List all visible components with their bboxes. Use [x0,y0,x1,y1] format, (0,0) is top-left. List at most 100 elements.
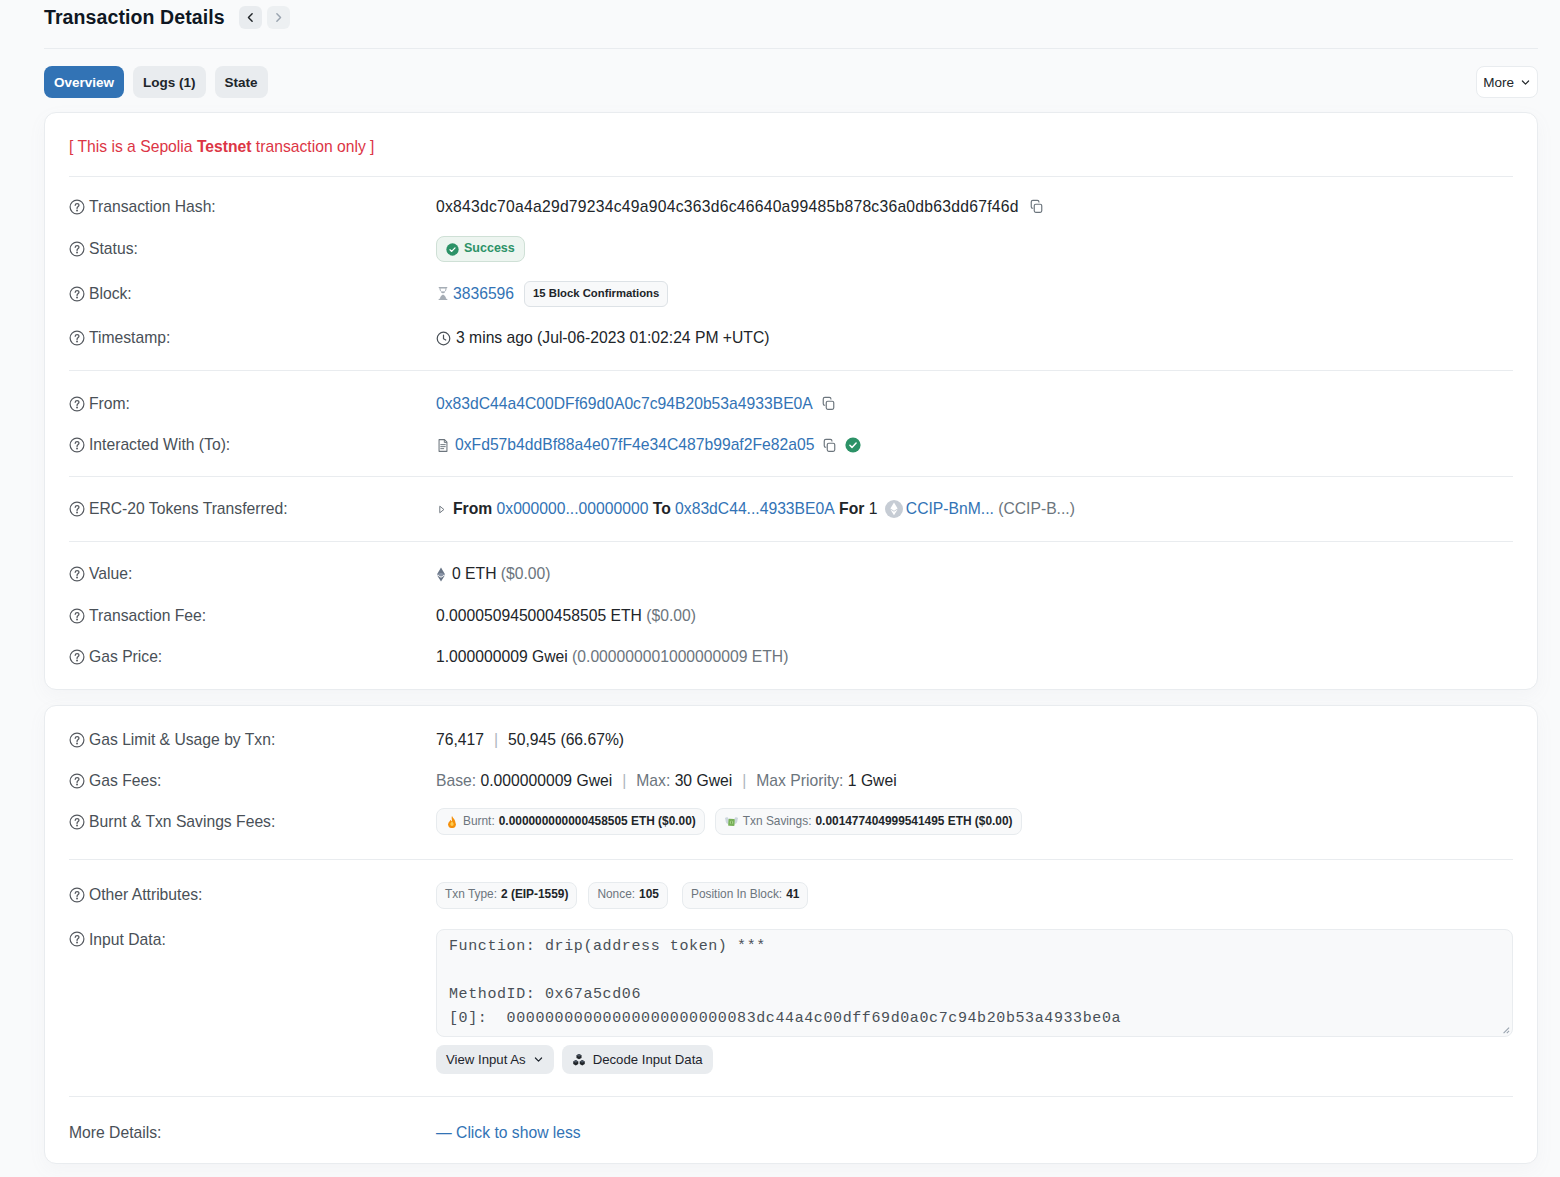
copy-from-address-button[interactable] [821,396,836,411]
txn-savings-chip-label: Txn Savings: [743,811,812,833]
question-icon[interactable] [69,330,85,346]
tab-state[interactable]: State [215,66,268,98]
question-icon[interactable] [69,608,85,624]
decode-input-data-label: Decode Input Data [593,1052,703,1067]
row-label: More Details: [69,1122,436,1144]
burnt-chip-value: 0.000000000000458505 ETH ($0.00) [499,811,696,833]
divider [69,370,1513,371]
row-transaction-hash: Transaction Hash: 0x843dc70a4a29d79234c4… [69,196,1513,218]
txn-type-chip-label: Txn Type: [445,884,497,906]
gas-fees-base-label: Base: [436,770,476,792]
copy-icon [1029,199,1044,214]
question-icon[interactable] [69,286,85,302]
tab-overview[interactable]: Overview [44,66,124,98]
question-icon[interactable] [69,887,85,903]
position-in-block-chip-value: 41 [786,884,799,906]
txn-type-chip-value: 2 (EIP-1559) [501,884,568,906]
chevron-down-icon [1520,77,1531,88]
transaction-hash-value: 0x843dc70a4a29d79234c49a904c363d6c46640a… [436,196,1019,218]
more-details-label: More Details: [69,1122,161,1144]
more-button-label: More [1483,75,1514,90]
row-more-details: More Details: — Click to show less [69,1122,1513,1144]
gas-price-eth: (0.000000001000000009 ETH) [572,646,788,668]
row-gas-price: Gas Price: 1.000000009 Gwei (0.000000001… [69,646,1513,668]
question-icon[interactable] [69,732,85,748]
transaction-hash-label: Transaction Hash: [89,196,216,218]
divider [69,859,1513,860]
row-label: Transaction Fee: [69,605,436,627]
row-value: Value: 0 ETH ($0.00) [69,563,1513,585]
question-icon[interactable] [69,649,85,665]
overview-card: [ This is a Sepolia Testnet transaction … [44,112,1538,690]
row-value: 1.000000009 Gwei (0.000000001000000009 E… [436,646,1513,668]
copy-transaction-hash-button[interactable] [1029,199,1044,214]
interacted-with-address-link[interactable]: 0xFd57b4ddBf88a4e07fF4e34C487b99af2Fe82a… [455,434,814,456]
row-input-data: Input Data: Function: drip(address token… [69,929,1513,1075]
gas-limit-label: Gas Limit & Usage by Txn: [89,729,275,751]
decode-input-data-button[interactable]: Decode Input Data [562,1045,713,1074]
gas-limit-separator: | [494,729,498,751]
row-value: 0.000050945000458505 ETH ($0.00) [436,605,1513,627]
copy-contract-address-button[interactable] [822,438,837,453]
copy-icon [822,438,837,453]
input-data-label: Input Data: [89,929,166,951]
page-title: Transaction Details [44,4,225,31]
gas-fees-max-label: Max: [636,770,670,792]
question-icon[interactable] [69,931,85,947]
question-icon[interactable] [69,773,85,789]
row-label: Other Attributes: [69,884,436,906]
position-in-block-chip: Position In Block: 41 [682,882,808,909]
burnt-chip-label: Burnt: [463,811,495,833]
timestamp-value: 3 mins ago (Jul-06-2023 01:02:24 PM +UTC… [456,327,769,349]
block-number-link[interactable]: 3836596 [453,283,514,305]
row-value: Burnt: 0.000000000000458505 ETH ($0.00) … [436,808,1513,835]
tab-logs[interactable]: Logs (1) [133,66,206,98]
other-attributes-label: Other Attributes: [89,884,202,906]
testnet-warning: [ This is a Sepolia Testnet transaction … [69,136,1513,158]
row-label: Interacted With (To): [69,434,436,456]
row-interacted-with: Interacted With (To): 0xFd57b4ddBf88a4e0… [69,434,1513,456]
question-icon[interactable] [69,396,85,412]
input-data-textarea[interactable]: Function: drip(address token) *** Method… [436,929,1513,1037]
row-value: 0x843dc70a4a29d79234c49a904c363d6c46640a… [436,196,1513,218]
question-icon[interactable] [69,814,85,830]
value-usd: ($0.00) [501,563,551,585]
flame-icon [445,815,459,829]
question-icon[interactable] [69,437,85,453]
question-icon[interactable] [69,241,85,257]
next-transaction-button[interactable] [267,6,290,29]
row-label: Input Data: [69,929,436,951]
erc20-to-address-link[interactable]: 0x83dC44...4933BE0A [675,498,835,520]
row-label: ERC-20 Tokens Transferred: [69,498,436,520]
row-timestamp: Timestamp: 3 mins ago (Jul-06-2023 01:02… [69,327,1513,349]
more-button[interactable]: More [1476,66,1538,98]
from-address-link[interactable]: 0x83dC44a4C00DFf69d0A0c7c94B20b53a4933BE… [436,393,813,415]
gas-price-amount: 1.000000009 Gwei [436,646,568,668]
resize-corner-icon[interactable] [1499,1023,1510,1034]
row-label: From: [69,393,436,415]
view-input-as-button[interactable]: View Input As [436,1045,554,1074]
question-icon[interactable] [69,199,85,215]
row-gas-limit: Gas Limit & Usage by Txn: 76,417 | 50,94… [69,729,1513,751]
row-value: 0x83dC44a4C00DFf69d0A0c7c94B20b53a4933BE… [436,393,1513,415]
divider [69,476,1513,477]
transaction-fee-label: Transaction Fee: [89,605,206,627]
row-burnt-fees: Burnt & Txn Savings Fees: Burnt: 0.00000… [69,808,1513,835]
question-icon[interactable] [69,501,85,517]
previous-transaction-button[interactable] [239,6,262,29]
copy-icon [821,396,836,411]
erc20-token-link[interactable]: CCIP-BnM... [906,498,994,520]
show-less-link[interactable]: — Click to show less [436,1122,581,1144]
divider [69,1096,1513,1097]
row-value: 3 mins ago (Jul-06-2023 01:02:24 PM +UTC… [436,327,1513,349]
erc20-from-address-link[interactable]: 0x000000...00000000 [497,498,649,520]
input-data-column: Function: drip(address token) *** Method… [436,929,1513,1075]
page: Transaction Details Overview Logs (1) St… [44,0,1538,1164]
clock-icon [436,331,451,346]
testnet-warning-pre: [ This is a Sepolia [69,138,197,155]
row-value: From 0x000000...00000000 To 0x83dC44...4… [436,498,1513,520]
gas-price-label: Gas Price: [89,646,162,668]
question-icon[interactable] [69,566,85,582]
row-erc20-transfers: ERC-20 Tokens Transferred: From 0x000000… [69,498,1513,520]
testnet-warning-bold: Testnet [197,138,252,155]
